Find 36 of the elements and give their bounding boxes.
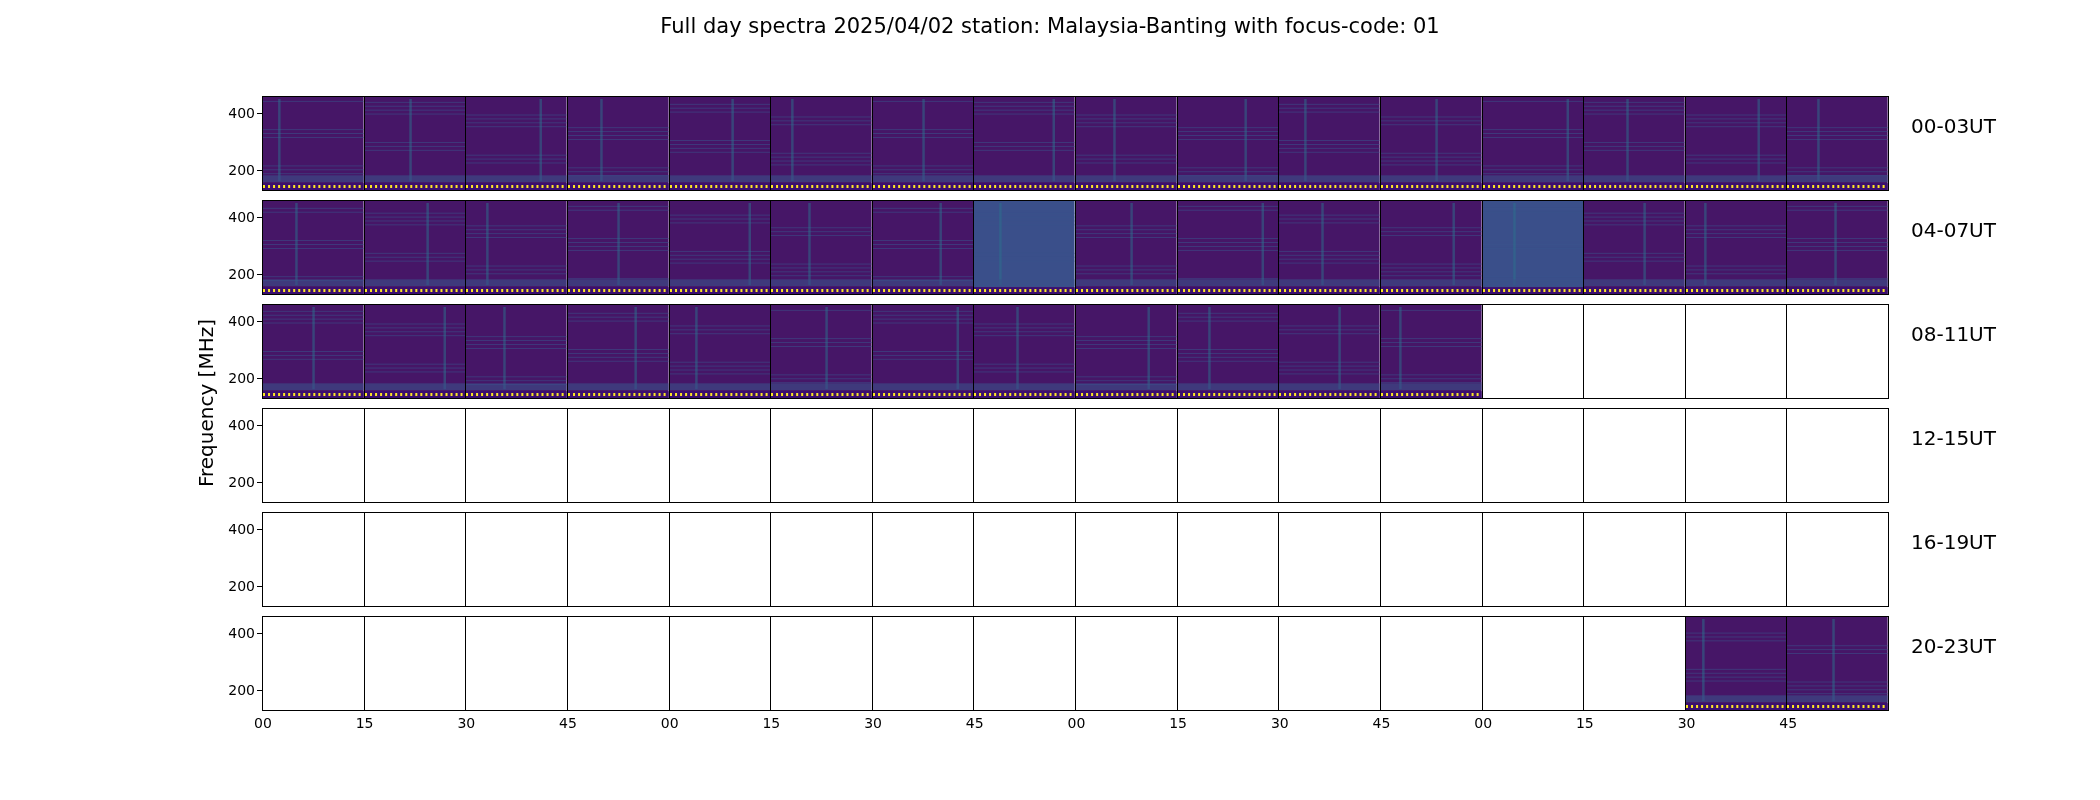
x-tick-label: 15 [1575,715,1595,731]
y-tick-label: 400 [228,313,262,329]
figure-title: Full day spectra 2025/04/02 station: Malaysia-Banting with focus-code: 01 [659,13,1441,40]
y-tick-label: 400 [228,417,262,433]
y-tick-label: 400 [228,209,262,225]
y-axis-label: Frequency [MHz] [194,319,218,488]
x-tick-label: 15 [1169,715,1188,731]
x-tick-label: 45 [965,715,985,731]
x-tick-label: 45 [1372,715,1392,731]
time-range-label: 08-11UT [1910,321,1996,348]
x-tick-label: 30 [457,715,477,731]
x-tick-label: 00 [254,715,273,731]
x-tick-label: 15 [762,715,782,731]
x-tick-label: 00 [660,715,680,731]
y-tick-label: 400 [228,625,262,641]
y-tick-label: 200 [228,474,262,490]
time-range-label: 12-15UT [1910,425,1996,452]
y-tick-label: 400 [228,521,262,537]
y-tick-label: 200 [228,370,262,386]
y-tick-label: 200 [228,578,262,594]
y-tick-label: 200 [228,266,262,282]
y-tick-label: 200 [228,162,262,178]
time-range-label: 16-19UT [1910,529,1996,556]
x-tick-label: 00 [1474,715,1494,731]
time-range-label: 00-03UT [1910,113,1996,140]
time-range-label: 20-23UT [1910,633,1996,660]
x-tick-label: 30 [1270,715,1290,731]
y-tick-label: 400 [228,105,262,121]
x-tick-label: 15 [355,715,375,731]
y-tick-label: 200 [228,682,262,698]
x-tick-label: 00 [1067,715,1087,731]
x-tick-label: 45 [1779,715,1799,731]
time-range-label: 04-07UT [1910,217,1996,244]
x-tick-label: 45 [559,715,578,731]
x-tick-label: 30 [864,715,883,731]
x-tick-label: 30 [1677,715,1697,731]
